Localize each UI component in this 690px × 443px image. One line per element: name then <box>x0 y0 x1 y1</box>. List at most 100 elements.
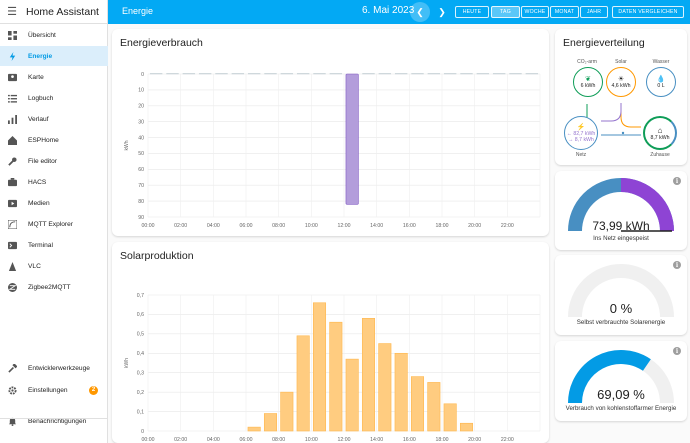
water-drop-icon: 💧 <box>656 76 666 83</box>
y-tick-label: 60 <box>138 167 144 173</box>
y-tick-label: 0 <box>141 72 144 78</box>
period-button-monat[interactable]: MONAT <box>550 6 579 18</box>
transmission-tower-icon: ⚡ <box>576 124 586 131</box>
x-tick-label: 22:00 <box>501 437 514 443</box>
x-tick-label: 14:00 <box>370 437 383 443</box>
home-label: Zuhause <box>650 152 670 158</box>
bar <box>329 73 343 75</box>
sidebar-item-mqtt-explorer[interactable]: MQTT Explorer <box>0 214 108 234</box>
bar <box>361 318 376 432</box>
leaf-icon: ❦ <box>585 76 591 83</box>
sidebar-item-file-editor[interactable]: File editor <box>0 151 108 171</box>
period-button-tag[interactable]: TAG <box>491 6 520 18</box>
water-node[interactable]: 💧 0 L <box>646 67 676 97</box>
y-tick-label: 30 <box>138 119 144 125</box>
sidebar-item-label: Karte <box>28 73 44 81</box>
x-tick-label: 02:00 <box>174 223 187 229</box>
sidebar-item-entwicklerwerkzeuge[interactable]: Entwicklerwerkzeuge <box>0 358 108 378</box>
self-consumed-solar-gauge-card: i 0 % Selbst verbrauchte Solarenergie <box>555 255 687 335</box>
bar <box>492 73 506 75</box>
y-tick-label: 0,2 <box>137 390 144 396</box>
solar-node[interactable]: ☀ 4,6 kWh <box>606 67 636 97</box>
chevron-left-icon[interactable]: ❮ <box>410 2 430 22</box>
sidebar-item-label: Logbuch <box>28 94 54 102</box>
x-tick-label: 20:00 <box>468 223 481 229</box>
y-tick-label: 70 <box>138 183 144 189</box>
solar-production-chart: kWh 0 0,1 0,2 0,3 0,4 0,5 0,6 0,7 00:00 02:00 04:00… <box>124 293 541 443</box>
period-button-jahr[interactable]: JAHR <box>580 6 608 18</box>
x-tick-label: 02:00 <box>174 437 187 443</box>
y-axis-label: kWh <box>124 358 130 368</box>
period-button-heute[interactable]: HEUTE <box>455 6 489 18</box>
x-tick-label: 18:00 <box>436 437 449 443</box>
grid-return-label: Ins Netz eingespeist <box>593 235 649 242</box>
sidebar-item-label: Einstellungen <box>28 386 68 394</box>
fossil-node[interactable]: ❦ 6 kWh <box>573 67 603 97</box>
home-node[interactable]: ⌂ 8,7 kWh <box>643 116 677 150</box>
bar <box>427 382 441 432</box>
sidebar: ☰ Home Assistant Übersicht Energie Karte Lo… <box>0 0 108 443</box>
x-tick-label: 06:00 <box>240 437 253 443</box>
sidebar-item-terminal[interactable]: Terminal <box>0 235 108 255</box>
y-tick-label: 10 <box>138 88 144 94</box>
energy-distribution-card: Energieverteilung CO₂-arm Solar Wasser ❦… <box>555 29 687 165</box>
water-label: Wasser <box>652 59 670 65</box>
solar-label: Solar <box>615 59 627 65</box>
sidebar-item-energie[interactable]: Energie <box>0 46 108 66</box>
sidebar-item-benachrichtigungen[interactable]: Benachrichtigungen <box>0 411 108 431</box>
bar <box>263 413 278 432</box>
sidebar-item-esphome[interactable]: ESPHome <box>0 130 108 150</box>
bar <box>264 73 277 75</box>
x-tick-label: 04:00 <box>207 223 220 229</box>
x-tick-label: 10:00 <box>305 437 318 443</box>
sidebar-item-einstellungen[interactable]: Einstellungen 2 <box>0 380 108 400</box>
media-icon <box>0 199 24 208</box>
sidebar-item-logbuch[interactable]: Logbuch <box>0 88 108 108</box>
bar <box>378 73 392 75</box>
y-axis-label: kWh <box>124 140 130 150</box>
self-consumed-solar-label: Selbst verbrauchte Solarenergie <box>576 319 666 326</box>
sidebar-item-zigbee2mqtt[interactable]: Zigbee2MQTT <box>0 277 108 297</box>
notification-badge: 2 <box>89 385 98 395</box>
sidebar-header: ☰ Home Assistant <box>0 0 107 24</box>
menu-icon[interactable]: ☰ <box>0 5 24 18</box>
home-icon: ⌂ <box>657 125 663 135</box>
bar <box>427 73 441 75</box>
grid-label: Netz <box>575 152 587 158</box>
energy-usage-chart: kWh 0 10 20 30 40 50 60 70 80 90 00:00 02:00 04:00 06:… <box>124 72 541 229</box>
bar <box>476 73 490 75</box>
sidebar-item-label: ESPHome <box>28 136 59 144</box>
sidebar-item-medien[interactable]: Medien <box>0 193 108 213</box>
y-tick-label: 40 <box>138 135 144 141</box>
compare-data-button[interactable]: DATEN VERGLEICHEN <box>612 6 684 18</box>
sidebar-item-label: Energie <box>28 52 53 60</box>
x-tick-label: 16:00 <box>403 223 416 229</box>
bar <box>460 73 473 75</box>
y-tick-label: 80 <box>138 199 144 205</box>
page-title: Energie <box>122 6 154 16</box>
sidebar-item-vlc[interactable]: VLC <box>0 256 108 276</box>
sidebar-item-übersicht[interactable]: Übersicht <box>0 25 108 45</box>
bar <box>166 73 179 75</box>
dashboard-icon <box>0 30 24 40</box>
bar <box>345 358 359 432</box>
terminal-icon <box>0 241 24 250</box>
bar <box>443 73 457 75</box>
bar <box>410 376 425 432</box>
sidebar-item-verlauf[interactable]: Verlauf <box>0 109 108 129</box>
bar <box>231 73 245 75</box>
x-tick-label: 14:00 <box>370 223 383 229</box>
energy-usage-card: Energieverbrauch kWh 0 10 20 30 40 50 60 70 80 90 0… <box>112 29 549 236</box>
grid-node[interactable]: ⚡ ← 82,7 kWh → 8,7 kWh <box>564 116 598 150</box>
sidebar-item-hacs[interactable]: HACS <box>0 172 108 192</box>
sidebar-divider <box>0 418 108 419</box>
solar-value: 4,6 kWh <box>611 83 631 89</box>
chevron-right-icon[interactable]: ❯ <box>432 2 452 22</box>
sidebar-item-karte[interactable]: Karte <box>0 67 108 87</box>
bar <box>312 302 327 432</box>
period-button-woche[interactable]: WOCHE <box>521 6 549 18</box>
bar <box>329 321 343 432</box>
sidebar-item-label: HACS <box>28 178 47 186</box>
home-value: 8,7 kWh <box>650 134 670 141</box>
bar <box>394 352 408 432</box>
